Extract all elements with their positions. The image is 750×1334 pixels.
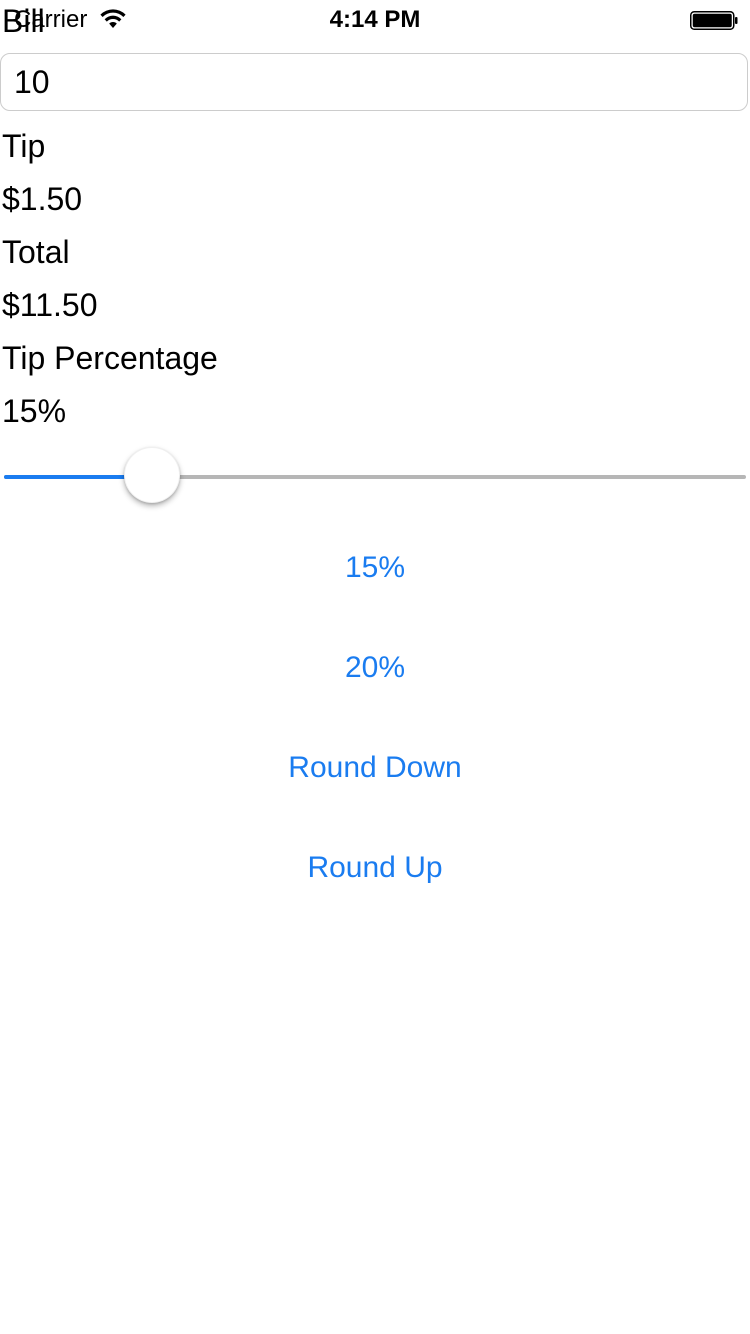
status-bar: Carrier 4:14 PM [0,0,750,40]
tip-percentage-value: 15% [2,393,67,429]
tip-label: Tip [2,128,46,164]
round-down-button[interactable]: Round Down [0,748,750,788]
total-amount: $11.50 [2,287,98,323]
carrier-name: Carrier [14,6,88,33]
tip-percentage-label: Tip Percentage [2,340,218,376]
tip-amount: $1.50 [2,181,83,217]
total-label: Total [2,234,70,270]
slider-thumb[interactable] [124,447,180,503]
tip-20-button[interactable]: 20% [0,648,750,688]
tip-15-button[interactable]: 15% [0,548,750,588]
tip-percentage-slider[interactable] [4,444,746,508]
bill-input[interactable] [0,53,748,111]
round-up-button[interactable]: Round Up [0,848,750,888]
status-time: 4:14 PM [329,6,421,33]
battery-icon [690,11,738,30]
